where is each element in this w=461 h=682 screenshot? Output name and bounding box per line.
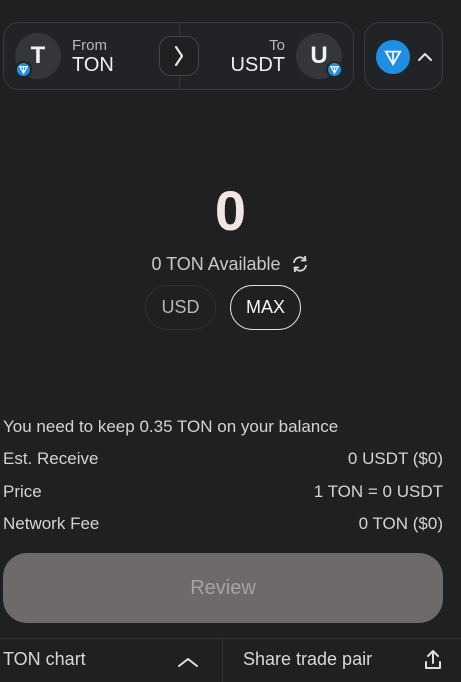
available-balance-text: 0 TON Available	[151, 253, 281, 274]
swap-direction-button[interactable]	[159, 36, 199, 76]
bottom-divider	[222, 639, 223, 682]
share-icon[interactable]	[423, 649, 443, 671]
ton-network-icon	[326, 61, 343, 78]
balance-notice: You need to keep 0.35 TON on your balanc…	[3, 417, 339, 436]
chevron-up-icon[interactable]	[177, 656, 199, 668]
amount-input[interactable]: 0	[0, 178, 461, 243]
detail-value: 0 USDT ($0)	[347, 449, 443, 468]
to-token-name[interactable]: USDT	[231, 54, 285, 77]
bottom-action-bar: TON chart Share trade pair	[0, 638, 461, 682]
ton-chart-link[interactable]: TON chart	[3, 649, 86, 670]
detail-label: Price	[3, 482, 42, 501]
token-pair-selector: T From TON To USDT U	[3, 22, 354, 90]
ton-diamond-icon	[376, 40, 410, 74]
to-label: To	[269, 37, 285, 54]
detail-label: Est. Receive	[3, 449, 99, 468]
usd-toggle-button[interactable]: USD	[145, 285, 216, 330]
refresh-icon[interactable]	[290, 254, 310, 274]
share-trade-pair-link[interactable]: Share trade pair	[243, 649, 372, 670]
ton-network-icon	[15, 61, 32, 78]
detail-value: 1 TON = 0 USDT	[313, 482, 443, 501]
network-selector-button[interactable]	[364, 22, 443, 90]
from-label: From	[72, 37, 107, 54]
detail-value: 0 TON ($0)	[358, 514, 443, 533]
from-token-name[interactable]: TON	[72, 54, 114, 77]
detail-row-price: Price 1 TON = 0 USDT	[3, 482, 443, 502]
available-balance: 0 TON Available	[0, 253, 461, 275]
detail-row-est-receive: Est. Receive 0 USDT ($0)	[3, 449, 443, 469]
review-button[interactable]: Review	[3, 553, 443, 623]
swap-arrow-icon	[174, 45, 184, 67]
detail-label: Network Fee	[3, 514, 100, 533]
chevron-down-icon	[418, 53, 432, 61]
detail-row-network-fee: Network Fee 0 TON ($0)	[3, 514, 443, 534]
max-button[interactable]: MAX	[230, 285, 301, 330]
